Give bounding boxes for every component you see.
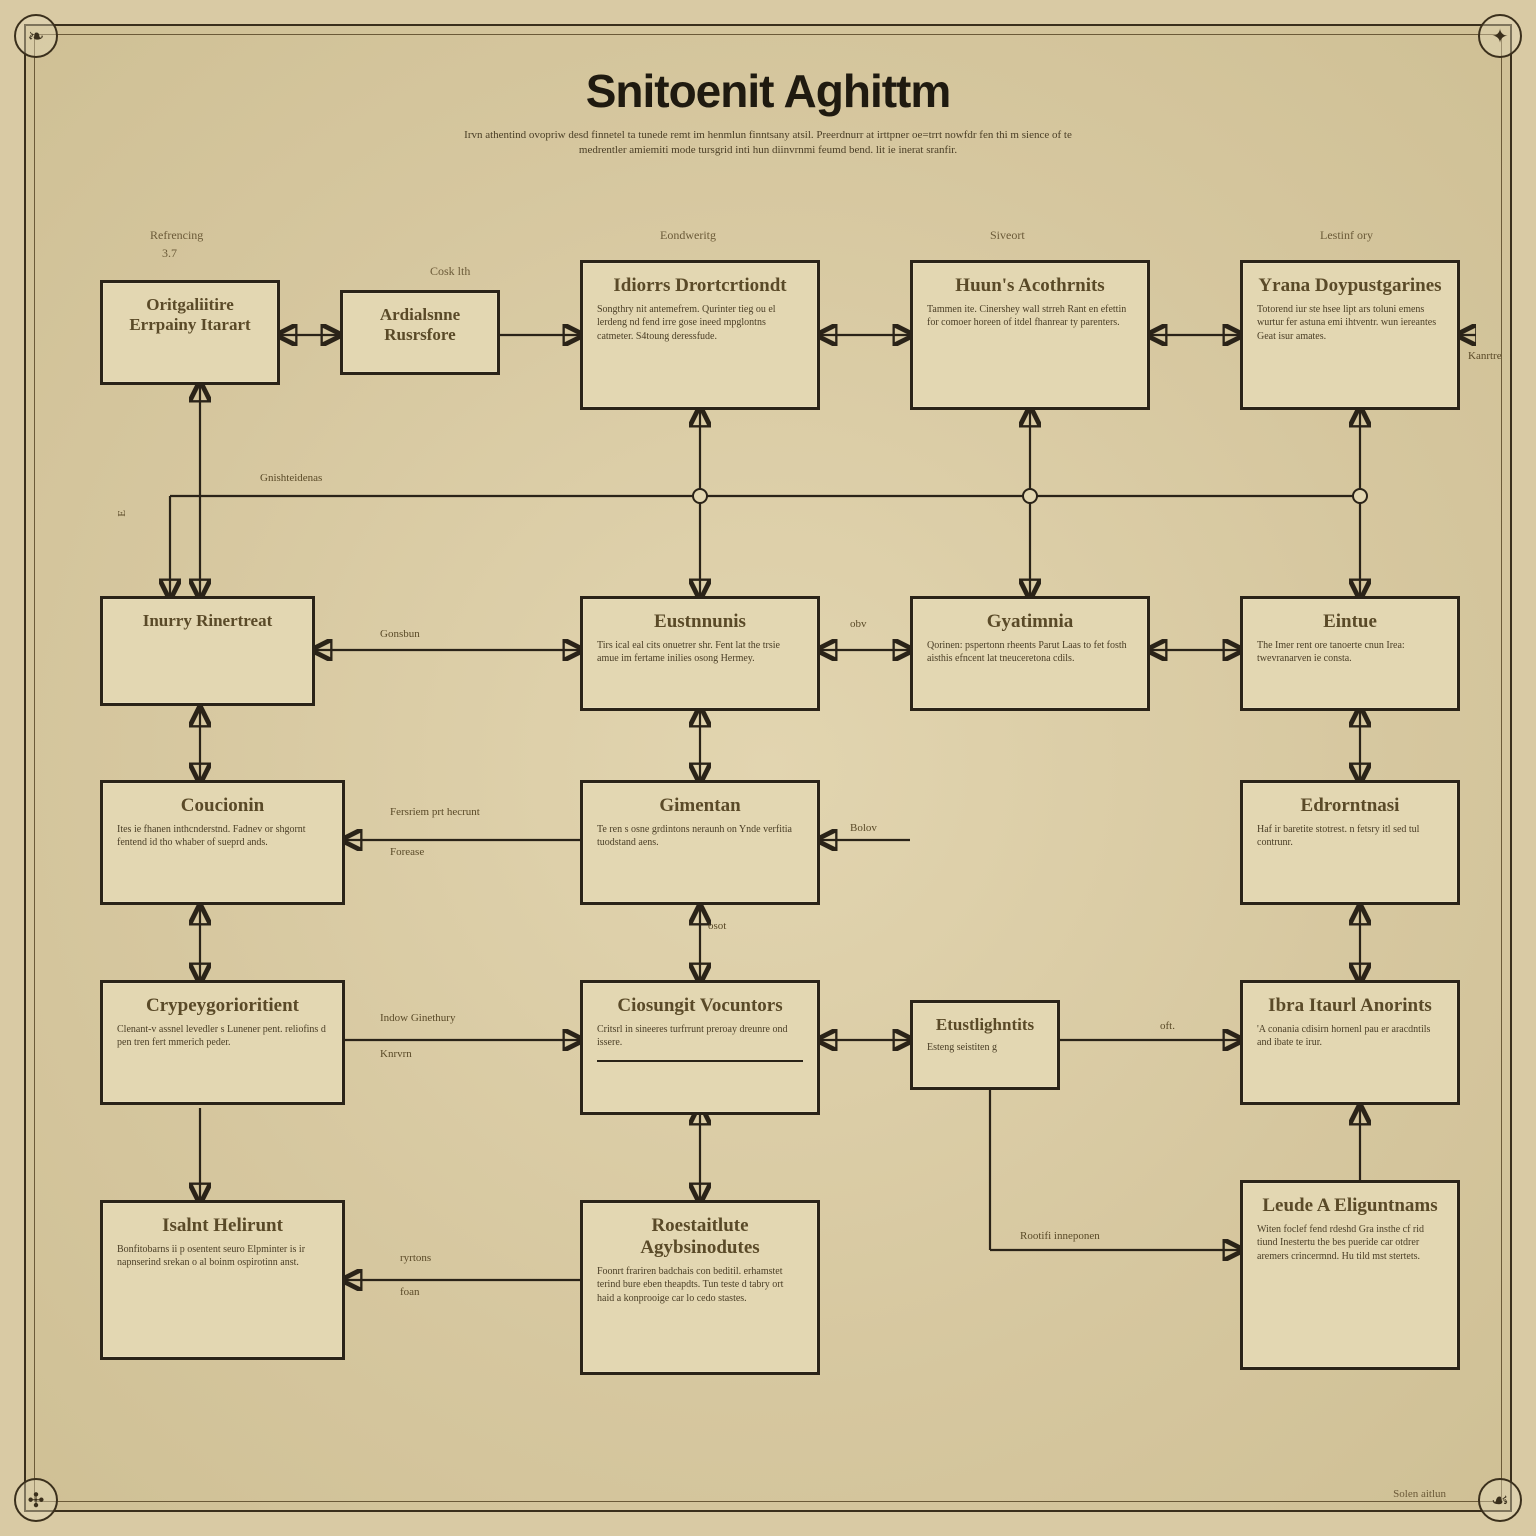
diagram-credit: Solen aitlun — [1393, 1488, 1446, 1500]
box-r5c2-body: Foonrt frariren badchais con beditil. er… — [597, 1265, 803, 1306]
box-r4c4-body: 'A conania cdisirn hornenl pau er aracdn… — [1257, 1023, 1443, 1050]
box-r3c1-body: Ites ie fhanen inthcnderstnd. Fadnev or … — [117, 823, 328, 850]
box-r2c2: Eustnnunis Tirs ical eal cits onuetrer s… — [580, 596, 820, 711]
box-r2c3-body: Qorinen: pspertonn rheents Parut Laas to… — [927, 639, 1133, 666]
box-r5c2: Roestaitlute Agybsinodutes Foonrt frarir… — [580, 1200, 820, 1375]
box-r4c1: Crypeygorioritient Clenant-v assnel leve… — [100, 980, 345, 1105]
diagram-subtitle: Irvn athentind ovopriw desd finnetel ta … — [448, 128, 1088, 158]
corner-ornament-tr: ✦ — [1478, 14, 1522, 58]
edge-label-gushtches: Gnishteidenas — [260, 472, 322, 484]
box-r5c1: Isalnt Helirunt Bonfitobarns ii p osente… — [100, 1200, 345, 1360]
edge-label-root-inner: Rootifi inneponen — [1020, 1230, 1100, 1242]
edge-label-r3-left: Fersriem prt hecrunt — [390, 806, 480, 818]
box-r1c4: Yrana Doypustgarines Totorend iur ste hs… — [1240, 260, 1460, 410]
box-r2c2-title: Eustnnunis — [597, 611, 803, 633]
box-r2c4-title: Eintue — [1257, 611, 1443, 633]
box-r1c1-title: Oritgaliitire Errpainy Itarart — [117, 295, 263, 334]
box-r4c4: Ibra Itaurl Anorints 'A conania cdisirn … — [1240, 980, 1460, 1105]
box-r1c3: Huun's Acothrnits Tammen ite. Cinershey … — [910, 260, 1150, 410]
col-sublabel-1: 3.7 — [162, 246, 177, 261]
box-r4c2-title: Ciosungit Vocuntors — [597, 995, 803, 1017]
box-r3c2: Gimentan Te ren s osne grdintons neraunh… — [580, 780, 820, 905]
edge-label-kante: Kanrtre — [1468, 350, 1502, 362]
box-r5c2-title: Roestaitlute Agybsinodutes — [597, 1215, 803, 1259]
diagram-canvas: Refrencing 3.7 Eondweritg Siveort Lestin… — [60, 220, 1476, 1476]
box-r1c4-body: Totorend iur ste hsee lipt ars toluni em… — [1257, 303, 1443, 344]
box-r5c1-body: Bonfitobarns ii p osentent seuro Elpmint… — [117, 1243, 328, 1270]
box-r2c3: Gyatimnia Qorinen: pspertonn rheents Par… — [910, 596, 1150, 711]
box-r2c3-title: Gyatimnia — [927, 611, 1133, 633]
box-r1c2-title: Idiorrs Drortcrtiondt — [597, 275, 803, 297]
box-r1c4-title: Yrana Doypustgarines — [1257, 275, 1443, 297]
box-r1c1b: Ardialsnne Rusrsfore — [340, 290, 500, 375]
box-r2c1: Inurry Rinertreat — [100, 596, 315, 706]
box-r4c3: Etustlighntits Esteng seistiten g — [910, 1000, 1060, 1090]
edge-label-oft: oft. — [1160, 1020, 1175, 1032]
col-label-2: Eondweritg — [660, 228, 716, 243]
box-r3c4-title: Edrorntnasi — [1257, 795, 1443, 817]
diagram-title: Snitoenit Aghittm — [0, 64, 1536, 118]
col-label-3: Siveort — [990, 228, 1025, 243]
edge-label-ryrtons: ryrtons — [400, 1252, 431, 1264]
box-r4c1-body: Clenant-v assnel levedler s Lunener pent… — [117, 1023, 328, 1050]
box-r4c1-title: Crypeygorioritient — [117, 995, 328, 1017]
box-r4c3-title: Etustlighntits — [927, 1015, 1043, 1035]
edge-label-knrvn: Knrvrn — [380, 1048, 412, 1060]
box-r3c4: Edrorntnasi Haf ir baretite stotrest. n … — [1240, 780, 1460, 905]
box-r3c2-body: Te ren s osne grdintons neraunh on Ynde … — [597, 823, 803, 850]
box-r2c4: Eintue The Imer rent ore tanoerte cnun I… — [1240, 596, 1460, 711]
box-r4c2-body: Critsrl in sineeres turfrrunt preroay dr… — [597, 1023, 803, 1050]
box-r1c2-body: Songthry nit antemefrem. Qurinter tieg o… — [597, 303, 803, 344]
box-r2c1-title: Inurry Rinertreat — [117, 611, 298, 631]
col-label-1: Refrencing — [150, 228, 203, 243]
box-r1c1b-title: Ardialsnne Rusrsfore — [357, 305, 483, 344]
box-r4c4-title: Ibra Itaurl Anorints — [1257, 995, 1443, 1017]
corner-ornament-br: ☙ — [1478, 1478, 1522, 1522]
col-sublabel-cosk: Cosk lth — [430, 264, 470, 279]
box-r5c4-body: Witen foclef fend rdeshd Gra insthe cf r… — [1257, 1223, 1443, 1264]
box-r2c4-body: The Imer rent ore tanoerte cnun Irea: tw… — [1257, 639, 1443, 666]
box-r2c2-body: Tirs ical eal cits onuetrer shr. Fent la… — [597, 639, 803, 666]
box-r5c4-title: Leude A Eliguntnams — [1257, 1195, 1443, 1217]
edge-label-hulow: Indow Ginethury — [380, 1012, 455, 1024]
edge-label-consbun: Gonsbun — [380, 628, 420, 640]
col-label-4: Lestinf ory — [1320, 228, 1373, 243]
box-r5c1-title: Isalnt Helirunt — [117, 1215, 328, 1237]
box-r3c1-title: Coucionin — [117, 795, 328, 817]
edge-label-obv: obv — [850, 618, 867, 630]
edge-label-r3-left2: Forease — [390, 846, 424, 858]
box-r1c3-body: Tammen ite. Cinershey wall strreh Rant e… — [927, 303, 1133, 330]
box-r5c4: Leude A Eliguntnams Witen foclef fend rd… — [1240, 1180, 1460, 1370]
box-r3c2-title: Gimentan — [597, 795, 803, 817]
box-r3c1: Coucionin Ites ie fhanen inthcnderstnd. … — [100, 780, 345, 905]
edge-label-foan: foan — [400, 1286, 420, 1298]
box-r1c3-title: Huun's Acothrnits — [927, 275, 1133, 297]
edge-label-osot: osot — [708, 920, 726, 932]
corner-ornament-bl: ✣ — [14, 1478, 58, 1522]
box-r1c2: Idiorrs Drortcrtiondt Songthry nit antem… — [580, 260, 820, 410]
corner-ornament-tl: ❧ — [14, 14, 58, 58]
edge-label-bolov: Bolov — [850, 822, 877, 834]
box-r4c2: Ciosungit Vocuntors Critsrl in sineeres … — [580, 980, 820, 1115]
box-r4c3-body: Esteng seistiten g — [927, 1041, 1043, 1055]
box-r1c1: Oritgaliitire Errpainy Itarart — [100, 280, 280, 385]
box-r3c4-body: Haf ir baretite stotrest. n fetsry itl s… — [1257, 823, 1443, 850]
edge-label-vertical-e: E — [116, 510, 128, 517]
